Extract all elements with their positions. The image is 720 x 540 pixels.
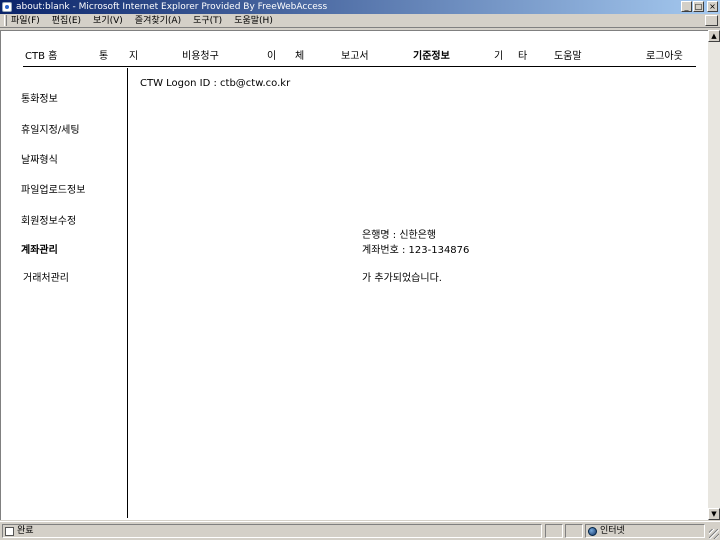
status-bar: 완료 인터넷	[0, 521, 720, 540]
nav-notice-2[interactable]: 지	[129, 47, 138, 62]
status-main: 완료	[2, 524, 542, 538]
sidebar-item-date-format[interactable]: 날짜형식	[21, 151, 58, 166]
menu-view[interactable]: 보기(V)	[93, 14, 123, 27]
sidebar-item-file-upload[interactable]: 파일업로드정보	[21, 181, 85, 196]
menu-bar: 파일(F) 편집(E) 보기(V) 즐겨찾기(A) 도구(T) 도움말(H)	[0, 14, 720, 28]
nav-help[interactable]: 도움말	[554, 47, 582, 62]
sidebar-divider	[127, 68, 128, 518]
title-bar[interactable]: about:blank - Microsoft Internet Explore…	[0, 0, 720, 14]
window-title: about:blank - Microsoft Internet Explore…	[16, 2, 328, 12]
windows-logo-icon	[705, 15, 718, 26]
status-panel-3	[565, 524, 583, 538]
menu-edit[interactable]: 편집(E)	[52, 14, 81, 27]
vertical-scrollbar[interactable]: ▲ ▼	[708, 30, 720, 520]
nav-logout[interactable]: 로그아웃	[646, 47, 683, 62]
minimize-button[interactable]: _	[681, 1, 692, 12]
page-icon	[5, 527, 14, 536]
sidebar-item-holiday[interactable]: 휴일지정/세팅	[21, 121, 80, 136]
resize-grip-icon[interactable]	[709, 529, 719, 539]
menu-help[interactable]: 도움말(H)	[234, 14, 273, 27]
window-controls: _ □ ×	[681, 1, 718, 12]
menu-file[interactable]: 파일(F)	[11, 14, 40, 27]
nav-billing[interactable]: 비용청구	[182, 47, 219, 62]
menu-tools[interactable]: 도구(T)	[193, 14, 222, 27]
added-message: 가 추가되었습니다.	[362, 273, 442, 284]
nav-divider	[23, 66, 696, 67]
sidebar-item-currency[interactable]: 통화정보	[21, 90, 58, 105]
logon-id: CTW Logon ID : ctb@ctw.co.kr	[140, 78, 291, 89]
sidebar-item-client[interactable]: 거래처관리	[23, 269, 69, 284]
nav-basic-info[interactable]: 기준정보	[413, 47, 450, 62]
nav-etc-1[interactable]: 기	[494, 47, 503, 62]
scroll-down-icon[interactable]: ▼	[708, 508, 720, 520]
page-content: CTB 홈 통 지 비용청구 이 체 보고서 기준정보 기 타 도움말 로그아웃…	[0, 30, 708, 520]
menu-favorites[interactable]: 즐겨찾기(A)	[135, 14, 181, 27]
ie-icon	[2, 2, 12, 12]
bank-name-text: 은행명 : 신한은행	[362, 230, 437, 241]
menu-grip-icon	[4, 15, 7, 26]
browser-window: about:blank - Microsoft Internet Explore…	[0, 0, 720, 540]
status-panel-2	[545, 524, 563, 538]
status-zone: 인터넷	[585, 524, 705, 538]
zone-text: 인터넷	[600, 526, 625, 536]
maximize-button[interactable]: □	[693, 1, 704, 12]
status-text: 완료	[17, 526, 34, 536]
nav-transfer-1[interactable]: 이	[267, 47, 276, 62]
internet-globe-icon	[588, 527, 597, 536]
nav-notice-1[interactable]: 통	[99, 47, 108, 62]
sidebar-item-member-edit[interactable]: 회원정보수정	[21, 212, 76, 227]
account-number-text: 계좌번호 : 123-134876	[362, 245, 470, 256]
sidebar-item-account[interactable]: 계좌관리	[21, 241, 58, 256]
top-nav: CTB 홈 통 지 비용청구 이 체 보고서 기준정보 기 타 도움말 로그아웃	[1, 43, 701, 65]
scroll-up-icon[interactable]: ▲	[708, 30, 720, 42]
nav-report[interactable]: 보고서	[341, 47, 369, 62]
nav-etc-2[interactable]: 타	[518, 47, 527, 62]
nav-ctb-home[interactable]: CTB 홈	[25, 47, 57, 62]
close-button[interactable]: ×	[707, 1, 718, 12]
nav-transfer-2[interactable]: 체	[295, 47, 304, 62]
